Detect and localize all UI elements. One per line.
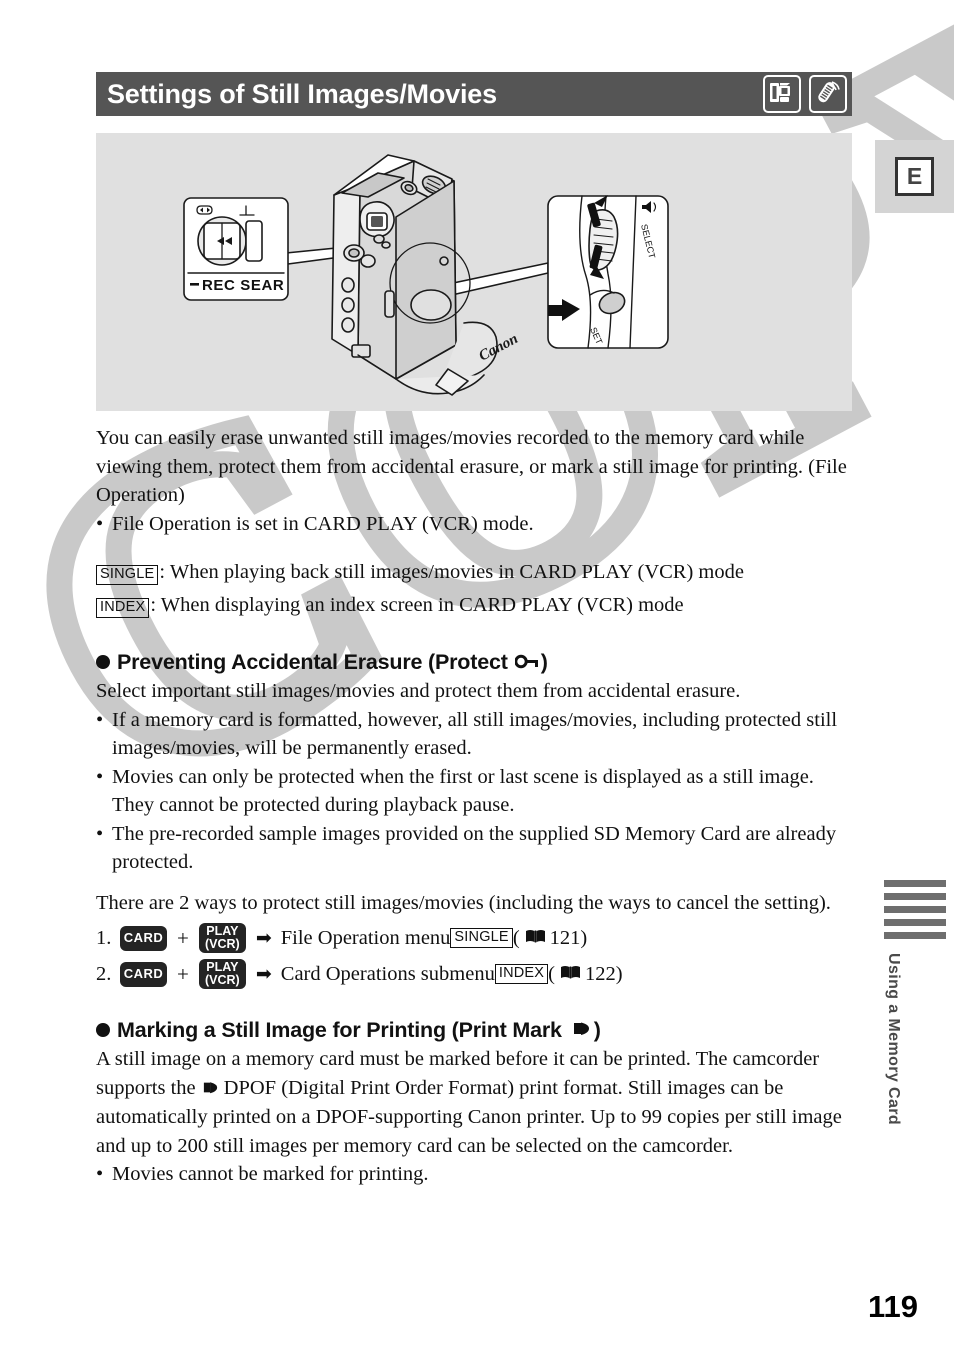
protect-step-2: 2. CARD + PLAY (VCR) ➡ Card Operations s… [96,957,852,991]
step-text: Card Operations submenu [280,962,495,985]
camcorder-illustration: REC SEAR Canon SELECT SET [183,154,669,396]
heading-bullet-icon [96,655,110,669]
print-heading-text: Marking a Still Image for Printing (Prin… [117,1018,562,1042]
bullet-dot-icon: • [96,708,104,731]
protect-bullet: • Movies can only be protected when the … [96,763,852,820]
chapter-marker: Using a Memory Card [884,880,946,1125]
card-badge: CARD [120,925,167,951]
mode-box-index: INDEX [96,597,150,618]
step-number: 1. [96,926,112,949]
page-content: You can easily erase unwanted still imag… [96,424,852,1189]
protect-bullet-text: If a memory card is formatted, however, … [112,708,838,760]
mode-box-single: SINGLE [450,928,513,948]
mode-line-single: SINGLE : When playing back still images/… [96,558,852,587]
intro-bullet-text: File Operation is set in CARD PLAY (VCR)… [112,512,534,535]
intro-paragraph: You can easily erase unwanted still imag… [96,427,847,506]
print-heading-close: ) [593,1018,601,1042]
bullet-dot-icon: • [96,822,104,845]
mode-text-index: : When displaying an index screen in CAR… [150,593,684,616]
ref-close-paren: ) [580,926,588,949]
remote-control-icon [809,75,847,113]
play-vcr-badge: PLAY (VCR) [198,959,246,989]
bullet-dot-icon: • [96,1163,104,1186]
ref-page-number: 121 [549,926,581,949]
book-reference-icon [525,924,546,953]
ref-open-paren: ( [548,962,555,985]
step-text: File Operation menu [280,926,451,949]
intro-bullet: • File Operation is set in CARD PLAY (VC… [96,510,852,539]
arrow-right-icon: ➡ [255,927,272,949]
protect-heading-text: Preventing Accidental Erasure (Protect [117,650,508,674]
camcorder-illustration-panel: REC SEAR Canon SELECT SET [96,133,852,411]
play-badge-line2: (VCR) [204,973,240,987]
protect-section-heading: Preventing Accidental Erasure (Protect ) [96,649,852,675]
ref-page-number: 122 [585,962,616,985]
page-header-bar: Settings of Still Images/Movies [96,72,852,116]
protect-bullet-text: Movies can only be protected when the fi… [112,765,814,817]
protect-ways-paragraph: There are 2 ways to protect still images… [96,891,831,914]
page-title: Settings of Still Images/Movies [107,78,497,109]
arrow-right-icon: ➡ [255,963,272,985]
marker-bar [884,893,946,900]
heading-bullet-icon [96,1023,110,1037]
print-mark-icon-inline [202,1075,219,1104]
mode-line-index: INDEX : When displaying an index screen … [96,591,852,620]
print-mark-icon [572,1017,591,1043]
ref-close-paren: ) [615,962,623,985]
card-badge: CARD [120,961,167,987]
step-number: 2. [96,962,112,985]
bullet-dot-icon: • [96,512,104,535]
marker-bar [884,880,946,887]
book-reference-icon [560,960,581,989]
play-badge-line2: (VCR) [204,937,240,951]
chapter-marker-bars [884,880,946,939]
print-bullet-text: Movies cannot be marked for printing. [112,1163,429,1186]
protect-step-1: 1. CARD + PLAY (VCR) ➡ File Operation me… [96,921,852,955]
mode-text-single: : When playing back still images/movies … [159,561,744,583]
marker-bar [884,906,946,913]
edition-tab-letter: E [895,157,934,196]
mode-box-single: SINGLE [96,565,159,585]
key-icon [513,649,539,675]
play-vcr-badge: PLAY (VCR) [198,923,246,953]
protect-bullet: • If a memory card is formatted, however… [96,706,852,763]
protect-intro: Select important still images/movies and… [96,680,741,702]
header-icon-group [763,75,847,113]
protect-heading-close: ) [540,650,548,674]
print-section-heading: Marking a Still Image for Printing (Prin… [96,1017,852,1043]
bullet-dot-icon: • [96,765,104,788]
marker-bar [884,919,946,926]
print-bullet: • Movies cannot be marked for printing. [96,1160,852,1189]
protect-bullet: • The pre-recorded sample images provide… [96,820,852,877]
plus-sign: + [177,925,189,950]
plus-sign: + [177,961,189,986]
camcorder-icon [763,75,801,113]
edition-tab: E [875,140,954,213]
chapter-label: Using a Memory Card [885,953,902,1126]
protect-bullet-text: The pre-recorded sample images provided … [112,822,837,874]
page-number: 119 [867,1289,918,1324]
ref-open-paren: ( [512,926,520,949]
marker-bar [884,932,946,939]
mode-box-index: INDEX [494,964,549,984]
svg-text:REC SEAR: REC SEAR [202,277,284,294]
print-body-paragraph: A still image on a memory card must be m… [96,1045,852,1160]
